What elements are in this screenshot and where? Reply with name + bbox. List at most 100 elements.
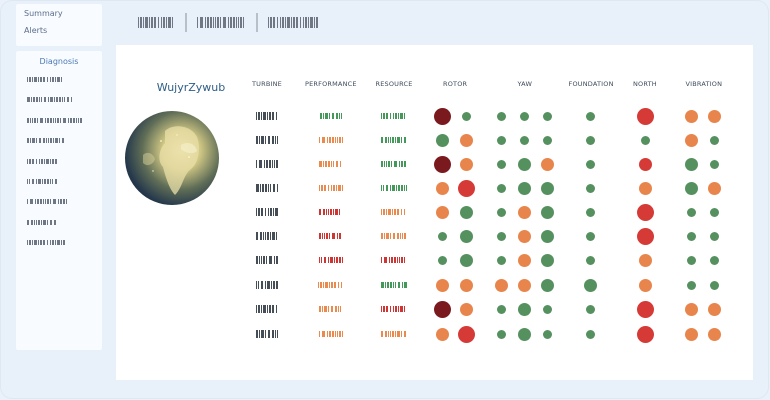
status-dot[interactable] — [496, 159, 506, 169]
status-dot[interactable] — [517, 157, 531, 171]
status-dot[interactable] — [638, 253, 652, 267]
turbine-label[interactable] — [256, 232, 279, 240]
turbine-label[interactable] — [256, 305, 279, 313]
status-dot[interactable] — [542, 135, 552, 145]
sidebar-item-6[interactable] — [27, 179, 57, 184]
status-dot[interactable] — [638, 181, 652, 195]
status-dot[interactable] — [709, 207, 719, 217]
status-dot[interactable] — [437, 255, 447, 265]
turbine-label[interactable] — [256, 184, 279, 192]
turbine-label[interactable] — [256, 256, 279, 264]
status-dot[interactable] — [433, 155, 451, 173]
status-dot[interactable] — [435, 327, 449, 341]
sidebar-item-9[interactable] — [27, 240, 67, 246]
status-dot[interactable] — [496, 231, 506, 241]
status-dot[interactable] — [517, 327, 531, 341]
status-dot[interactable] — [542, 304, 552, 314]
status-dot[interactable] — [435, 278, 449, 292]
status-dot[interactable] — [542, 329, 552, 339]
status-dot[interactable] — [585, 111, 595, 121]
status-dot[interactable] — [709, 231, 719, 241]
sidebar-item-2[interactable] — [27, 97, 73, 103]
status-dot[interactable] — [636, 325, 654, 343]
status-dot[interactable] — [585, 135, 595, 145]
status-dot[interactable] — [684, 133, 698, 147]
status-dot[interactable] — [517, 302, 531, 316]
status-dot[interactable] — [540, 205, 554, 219]
status-dot[interactable] — [459, 133, 473, 147]
status-dot[interactable] — [686, 280, 696, 290]
status-dot[interactable] — [585, 304, 595, 314]
status-dot[interactable] — [638, 157, 652, 171]
status-dot[interactable] — [638, 278, 652, 292]
status-dot[interactable] — [457, 179, 475, 197]
status-dot[interactable] — [496, 329, 506, 339]
status-dot[interactable] — [433, 107, 451, 125]
status-dot[interactable] — [435, 181, 449, 195]
status-dot[interactable] — [585, 207, 595, 217]
status-dot[interactable] — [433, 300, 451, 318]
status-dot[interactable] — [684, 181, 698, 195]
status-dot[interactable] — [496, 111, 506, 121]
status-dot[interactable] — [496, 135, 506, 145]
status-dot[interactable] — [684, 157, 698, 171]
status-dot[interactable] — [684, 327, 698, 341]
status-dot[interactable] — [636, 227, 654, 245]
status-dot[interactable] — [636, 300, 654, 318]
status-dot[interactable] — [517, 229, 531, 243]
status-dot[interactable] — [517, 205, 531, 219]
status-dot[interactable] — [517, 181, 531, 195]
status-dot[interactable] — [709, 280, 719, 290]
status-dot[interactable] — [585, 231, 595, 241]
status-dot[interactable] — [437, 231, 447, 241]
turbine-label[interactable] — [256, 208, 279, 216]
status-dot[interactable] — [686, 231, 696, 241]
tab-1[interactable] — [138, 17, 174, 28]
status-dot[interactable] — [686, 207, 696, 217]
tab-3[interactable] — [268, 17, 318, 28]
status-dot[interactable] — [540, 181, 554, 195]
status-dot[interactable] — [540, 253, 554, 267]
status-dot[interactable] — [517, 278, 531, 292]
status-dot[interactable] — [542, 111, 552, 121]
status-dot[interactable] — [435, 205, 449, 219]
nav-alerts[interactable]: Alerts — [24, 26, 47, 35]
status-dot[interactable] — [640, 135, 650, 145]
status-dot[interactable] — [496, 207, 506, 217]
status-dot[interactable] — [459, 205, 473, 219]
status-dot[interactable] — [709, 159, 719, 169]
status-dot[interactable] — [457, 325, 475, 343]
status-dot[interactable] — [496, 183, 506, 193]
turbine-label[interactable] — [256, 136, 279, 144]
status-dot[interactable] — [459, 229, 473, 243]
status-dot[interactable] — [517, 253, 531, 267]
status-dot[interactable] — [585, 255, 595, 265]
status-dot[interactable] — [707, 327, 721, 341]
status-dot[interactable] — [540, 278, 554, 292]
status-dot[interactable] — [707, 302, 721, 316]
status-dot[interactable] — [519, 135, 529, 145]
status-dot[interactable] — [519, 111, 529, 121]
status-dot[interactable] — [496, 304, 506, 314]
sidebar-item-4[interactable] — [27, 138, 67, 144]
turbine-label[interactable] — [256, 330, 279, 338]
status-dot[interactable] — [540, 157, 554, 171]
status-dot[interactable] — [583, 278, 597, 292]
status-dot[interactable] — [585, 159, 595, 169]
status-dot[interactable] — [435, 133, 449, 147]
status-dot[interactable] — [585, 329, 595, 339]
sidebar-item-1[interactable] — [27, 77, 62, 82]
status-dot[interactable] — [636, 107, 654, 125]
status-dot[interactable] — [636, 203, 654, 221]
status-dot[interactable] — [459, 157, 473, 171]
status-dot[interactable] — [686, 255, 696, 265]
status-dot[interactable] — [684, 109, 698, 123]
status-dot[interactable] — [707, 181, 721, 195]
sidebar-item-3[interactable] — [27, 117, 83, 123]
status-dot[interactable] — [684, 302, 698, 316]
turbine-label[interactable] — [256, 112, 279, 120]
turbine-label[interactable] — [256, 281, 279, 289]
status-dot[interactable] — [459, 253, 473, 267]
status-dot[interactable] — [709, 255, 719, 265]
sidebar-item-8[interactable] — [27, 219, 57, 225]
